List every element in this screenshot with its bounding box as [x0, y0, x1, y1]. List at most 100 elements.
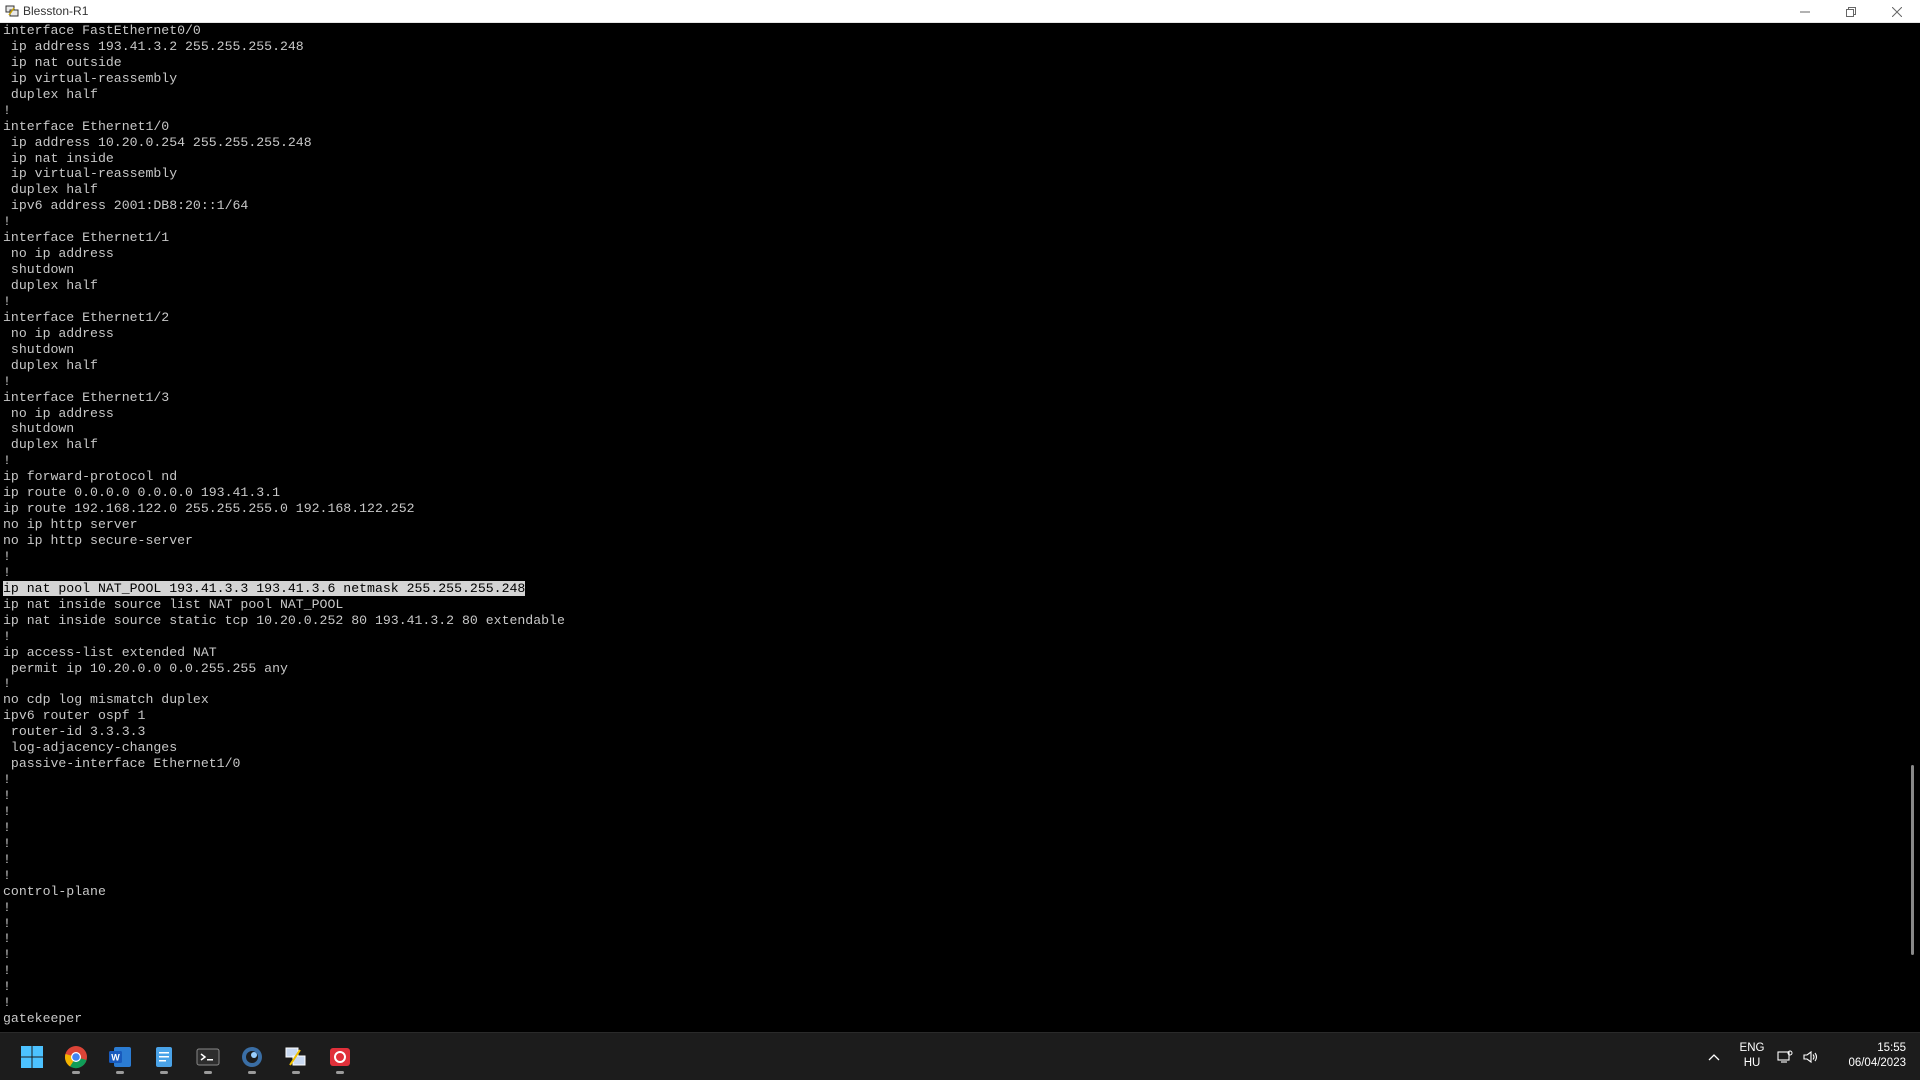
terminal-line-text: ! — [3, 979, 11, 995]
word-icon: W — [109, 1047, 131, 1067]
terminal-line-text: ! — [3, 963, 11, 979]
putty-app-icon — [4, 3, 20, 19]
terminal-line-text: ! — [3, 995, 11, 1011]
terminal-line-text: ! — [3, 899, 11, 915]
terminal-line-text: ipv6 router ospf 1 — [3, 708, 146, 724]
start-button[interactable] — [12, 1039, 52, 1075]
volume-icon[interactable] — [1798, 1039, 1824, 1075]
terminal-line: duplex half — [3, 437, 1906, 453]
terminal-line-text: ! — [3, 293, 11, 309]
terminal-line-text: ! — [3, 915, 11, 931]
terminal-line-text: ipv6 address 2001:DB8:20::1/64 — [3, 198, 249, 214]
terminal-line: ip nat outside — [3, 55, 1906, 71]
terminal-line: ip nat inside source static tcp 10.20.0.… — [3, 613, 1906, 629]
terminal-line: no ip http secure-server — [3, 533, 1906, 549]
terminal-line: no ip address — [3, 246, 1906, 262]
terminal-line: ! — [3, 214, 1906, 230]
terminal-line-text: ip virtual-reassembly — [3, 70, 178, 86]
terminal-line: ! — [3, 294, 1906, 310]
vertical-scrollbar[interactable] — [1906, 23, 1920, 1032]
terminal-line-text: no ip address — [3, 405, 114, 421]
chevron-up-icon — [1708, 1054, 1720, 1061]
terminal-line: ip address 10.20.0.254 255.255.255.248 — [3, 135, 1906, 151]
terminal-line: permit ip 10.20.0.0 0.0.255.255 any — [3, 661, 1906, 677]
taskbar-chrome[interactable] — [56, 1039, 96, 1075]
terminal-line-text: passive-interface Ethernet1/0 — [3, 756, 241, 772]
taskbar-word[interactable]: W — [100, 1039, 140, 1075]
taskbar-notepad[interactable] — [144, 1039, 184, 1075]
network-icon[interactable] — [1772, 1039, 1798, 1075]
taskbar-terminal[interactable] — [188, 1039, 228, 1075]
terminal-line-text: permit ip 10.20.0.0 0.0.255.255 any — [3, 660, 288, 676]
terminal-line: ip address 193.41.3.2 255.255.255.248 — [3, 39, 1906, 55]
terminal-line-text: interface Ethernet1/3 — [3, 389, 170, 405]
terminal-line-text: ! — [3, 931, 11, 947]
close-button[interactable] — [1874, 0, 1920, 23]
terminal-line: ipv6 address 2001:DB8:20::1/64 — [3, 198, 1906, 214]
terminal-output[interactable]: interface FastEthernet0/0 ip address 193… — [0, 23, 1906, 1032]
scrollbar-thumb[interactable] — [1911, 765, 1914, 955]
terminal-line: duplex half — [3, 87, 1906, 103]
chrome-icon — [64, 1046, 87, 1069]
terminal-line-text: ! — [3, 867, 11, 883]
terminal-line: shutdown — [3, 262, 1906, 278]
terminal-line-text: log-adjacency-changes — [3, 740, 178, 756]
terminal-line: ! — [3, 772, 1906, 788]
terminal-line: ipv6 router ospf 1 — [3, 708, 1906, 724]
selected-terminal-line: ip nat pool NAT_POOL 193.41.3.3 193.41.3… — [3, 580, 1906, 597]
minimize-button[interactable] — [1782, 0, 1828, 23]
window-title: Blesston-R1 — [23, 4, 89, 18]
terminal-line-text: ip forward-protocol nd — [3, 469, 178, 485]
terminal-line: no cdp log mismatch duplex — [3, 692, 1906, 708]
terminal-line: interface FastEthernet0/0 — [3, 23, 1906, 39]
terminal-line-text: ! — [3, 947, 11, 963]
system-clock[interactable]: 15:55 06/04/2023 — [1826, 1041, 1906, 1071]
clock-date: 06/04/2023 — [1848, 1057, 1906, 1069]
notepad-icon — [156, 1047, 172, 1067]
terminal-line: ip forward-protocol nd — [3, 469, 1906, 485]
show-hidden-icons-button[interactable] — [1694, 1039, 1734, 1075]
taskbar-app-circle[interactable] — [232, 1039, 272, 1075]
terminal-line-text: ! — [3, 772, 11, 788]
terminal-line: passive-interface Ethernet1/0 — [3, 756, 1906, 772]
terminal-line-text: interface Ethernet1/0 — [3, 118, 170, 134]
terminal-line-text: shutdown — [3, 262, 75, 278]
terminal-line-text: ! — [3, 214, 11, 230]
terminal-line-text: interface Ethernet1/1 — [3, 230, 170, 246]
terminal-line: interface Ethernet1/1 — [3, 230, 1906, 246]
terminal-line: ip virtual-reassembly — [3, 166, 1906, 182]
terminal-line: duplex half — [3, 278, 1906, 294]
terminal-line-text: no ip http server — [3, 517, 138, 533]
terminal-line-text: shutdown — [3, 421, 75, 437]
terminal-line: no ip http server — [3, 517, 1906, 533]
terminal-line: ! — [3, 900, 1906, 916]
taskbar-app-red[interactable] — [320, 1039, 360, 1075]
terminal-line-text: control-plane — [3, 883, 106, 899]
clock-time: 15:55 — [1877, 1042, 1906, 1054]
terminal-line-text: duplex half — [3, 182, 98, 198]
terminal-line: ! — [3, 947, 1906, 963]
terminal-line-text: ip nat pool NAT_POOL 193.41.3.3 193.41.3… — [3, 580, 526, 596]
keyboard-layout: HU — [1743, 1057, 1761, 1069]
terminal-line: router-id 3.3.3.3 — [3, 724, 1906, 740]
taskbar-putty[interactable] — [276, 1039, 316, 1075]
terminal-line: duplex half — [3, 358, 1906, 374]
lang-code: ENG — [1739, 1042, 1765, 1054]
terminal-icon — [196, 1048, 220, 1066]
terminal-line: ! — [3, 549, 1906, 565]
terminal-line: interface Ethernet1/3 — [3, 390, 1906, 406]
terminal-line-text: no ip address — [3, 246, 114, 262]
terminal-line: ! — [3, 788, 1906, 804]
language-indicator[interactable]: ENG HU — [1736, 1041, 1768, 1071]
terminal-line-text: interface FastEthernet0/0 — [3, 23, 201, 38]
terminal-line: ip access-list extended NAT — [3, 645, 1906, 661]
terminal-line: ! — [3, 868, 1906, 884]
terminal-line-text: ! — [3, 803, 11, 819]
terminal-line: control-plane — [3, 884, 1906, 900]
restore-button[interactable] — [1828, 0, 1874, 23]
terminal-line-text: ! — [3, 676, 11, 692]
svg-text:W: W — [111, 1053, 120, 1063]
terminal-line-text: no ip http secure-server — [3, 533, 193, 548]
terminal-line: duplex half — [3, 182, 1906, 198]
terminal-line: ! — [3, 453, 1906, 469]
